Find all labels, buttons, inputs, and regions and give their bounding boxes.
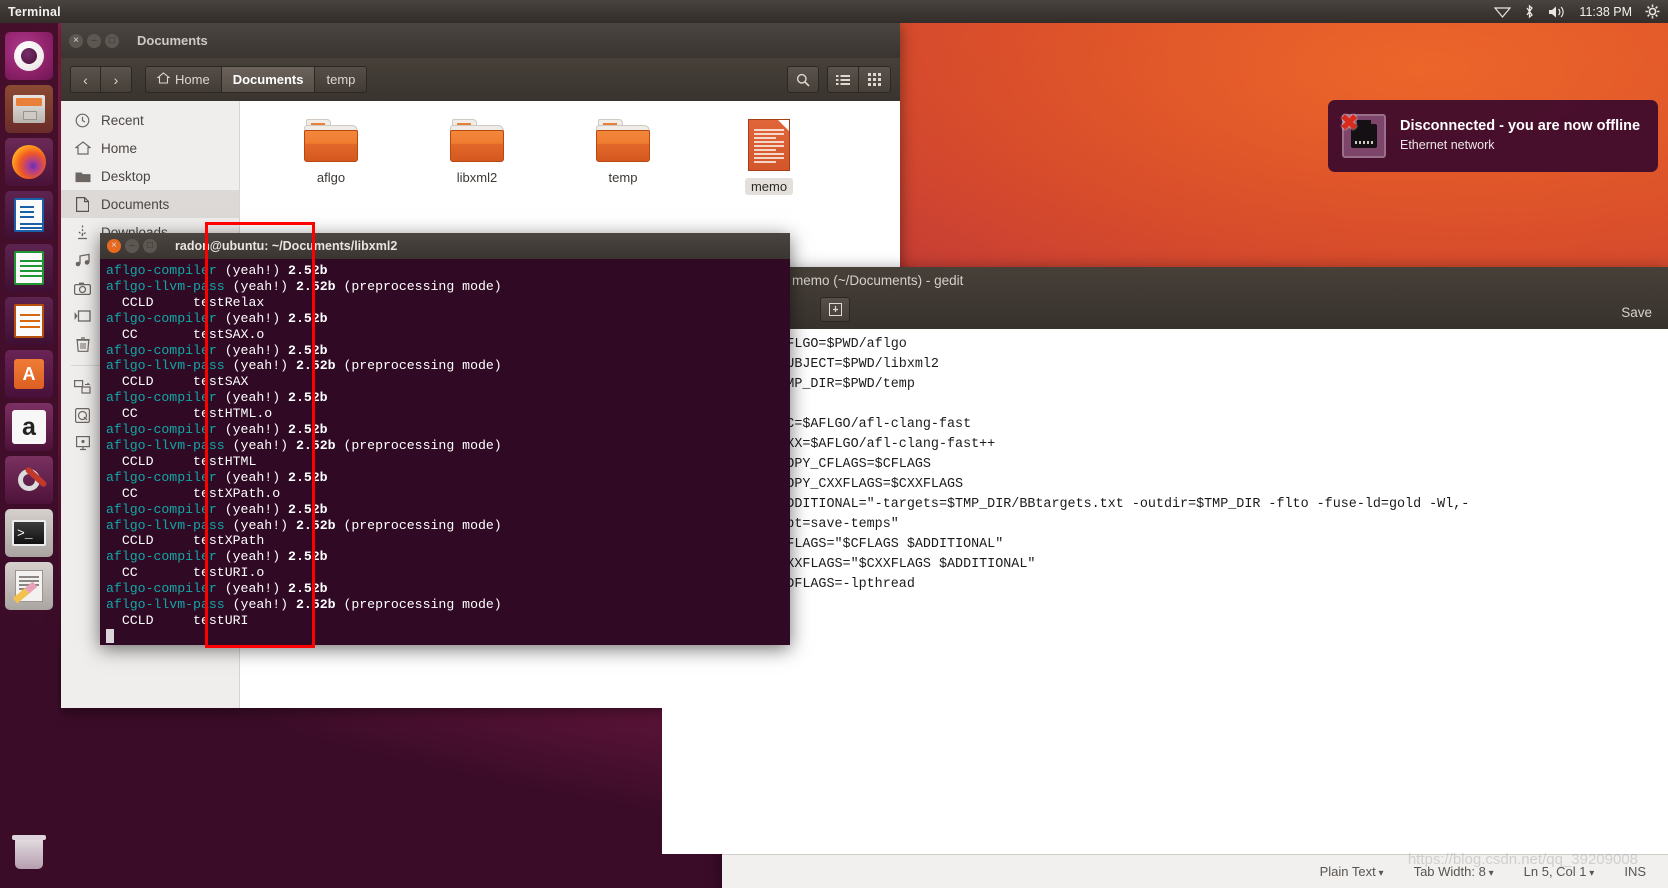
grid-view-icon[interactable] <box>859 66 891 93</box>
file-label: temp <box>608 170 638 185</box>
top-panel: Terminal 11:38 PM <box>0 0 1668 23</box>
gedit-text-area[interactable]: export AFLGO=$PWD/aflgo export SUBJECT=$… <box>662 329 1668 854</box>
launcher-item-ubuntu-software[interactable] <box>5 350 53 398</box>
gedit-window: memo (~/Documents) - gedit Save export A… <box>662 267 1668 888</box>
maximize-icon[interactable]: □ <box>105 33 119 48</box>
close-icon[interactable]: × <box>107 239 121 253</box>
network-icon <box>74 380 91 394</box>
breadcrumb-label-home: Home <box>175 72 210 87</box>
gedit-headerbar[interactable]: memo (~/Documents) - gedit Save <box>722 267 1668 329</box>
forward-button[interactable]: › <box>101 66 132 93</box>
launcher-item-gedit[interactable] <box>5 562 53 610</box>
video-icon <box>74 310 91 322</box>
breadcrumb-label-temp: temp <box>326 72 356 87</box>
file-manager-titlebar[interactable]: × – □ Documents <box>61 23 900 58</box>
sidebar-item-label: Home <box>101 140 138 156</box>
panel-app-title[interactable]: Terminal <box>8 5 61 19</box>
sidebar-item-label: Desktop <box>101 168 151 184</box>
unity-launcher: a >_ <box>0 23 58 888</box>
file-manager-toolbar: ‹ › Home Documents temp <box>61 58 900 101</box>
document-icon <box>74 196 91 212</box>
volume-icon[interactable] <box>1548 5 1566 19</box>
maximize-icon[interactable]: □ <box>143 239 157 253</box>
bluetooth-icon[interactable] <box>1524 4 1535 19</box>
document-icon <box>748 119 790 171</box>
launcher-item-libreoffice-impress[interactable] <box>5 297 53 345</box>
download-icon <box>74 225 91 240</box>
launcher-item-ubuntu-dash[interactable] <box>5 32 53 80</box>
file-item-memo[interactable]: memo <box>696 114 842 196</box>
file-label: memo <box>744 178 794 195</box>
launcher-item-amazon[interactable]: a <box>5 403 53 451</box>
camera-icon <box>74 282 91 295</box>
gear-icon[interactable] <box>1645 4 1660 19</box>
terminal-window: × – □ radon@ubuntu: ~/Documents/libxml2 … <box>100 233 790 645</box>
gedit-title: memo (~/Documents) - gedit <box>792 273 964 288</box>
ethernet-disconnected-icon: ✖ <box>1340 112 1386 158</box>
folder-icon <box>74 170 91 183</box>
server-icon <box>74 435 91 451</box>
minimize-icon[interactable]: – <box>87 33 101 48</box>
breadcrumb-label-documents: Documents <box>232 72 304 87</box>
file-manager-title: Documents <box>137 33 208 48</box>
launcher-item-files[interactable] <box>5 85 53 133</box>
back-button[interactable]: ‹ <box>70 66 101 93</box>
desktop-screen: Terminal 11:38 PM A a >_ × – □ Documents… <box>0 0 1668 888</box>
save-button[interactable]: Save <box>1621 305 1652 320</box>
breadcrumb: Home Documents temp <box>145 66 368 93</box>
launcher-item-system-settings[interactable] <box>5 456 53 504</box>
notification-text: Disconnected - you are now offline Ether… <box>1400 118 1640 154</box>
panel-clock[interactable]: 11:38 PM <box>1579 5 1632 19</box>
annotation-rectangle <box>205 222 315 648</box>
sidebar-item-desktop[interactable]: Desktop <box>61 162 239 190</box>
launcher-item-trash[interactable] <box>5 830 53 878</box>
terminal-titlebar[interactable]: × – □ radon@ubuntu: ~/Documents/libxml2 <box>100 233 790 259</box>
launcher-item-libreoffice-writer[interactable] <box>5 191 53 239</box>
file-item-temp[interactable]: temp <box>550 114 696 196</box>
home-icon <box>156 72 171 87</box>
panel-indicators: 11:38 PM <box>1494 4 1668 19</box>
file-label: libxml2 <box>456 170 498 185</box>
wifi-icon[interactable] <box>1494 5 1512 18</box>
launcher-item-firefox[interactable] <box>5 138 53 186</box>
breadcrumb-item-home[interactable]: Home <box>145 66 221 93</box>
file-item-aflgo[interactable]: aflgo <box>258 114 404 196</box>
sidebar-item-home[interactable]: Home <box>61 134 239 162</box>
close-icon[interactable]: × <box>69 33 83 48</box>
launcher-item-terminal[interactable]: >_ <box>5 509 53 557</box>
file-icon-grid: aflgo libxml2 temp memo <box>240 114 900 196</box>
notification-title: Disconnected - you are now offline <box>1400 118 1641 134</box>
minimize-icon[interactable]: – <box>125 239 139 253</box>
search-icon[interactable] <box>787 66 819 93</box>
file-item-libxml2[interactable]: libxml2 <box>404 114 550 196</box>
sidebar-item-label: Documents <box>101 196 170 212</box>
folder-icon <box>596 119 650 162</box>
notification-subtitle: Ethernet network <box>1400 138 1495 152</box>
home-icon <box>74 141 91 155</box>
folder-icon <box>450 119 504 162</box>
breadcrumb-item-temp[interactable]: temp <box>314 66 368 93</box>
sidebar-item-label: Recent <box>101 112 144 128</box>
clock-icon <box>74 113 91 128</box>
disk-icon <box>74 407 91 423</box>
sidebar-item-recent[interactable]: Recent <box>61 106 239 134</box>
open-icon[interactable] <box>820 297 850 322</box>
breadcrumb-item-documents[interactable]: Documents <box>220 66 315 93</box>
sidebar-item-documents[interactable]: Documents <box>61 190 239 218</box>
watermark: https://blog.csdn.net/qq_39209008 <box>1407 851 1638 868</box>
file-label: aflgo <box>316 170 346 185</box>
trash-icon <box>74 336 91 352</box>
folder-icon <box>304 119 358 162</box>
notification-popup[interactable]: ✖ Disconnected - you are now offline Eth… <box>1328 100 1658 172</box>
language-selector[interactable]: Plain Text <box>1320 864 1384 879</box>
list-view-icon[interactable] <box>827 66 859 93</box>
launcher-item-libreoffice-calc[interactable] <box>5 244 53 292</box>
music-icon <box>74 253 91 267</box>
terminal-output[interactable]: aflgo-compiler (yeah!) 2.52b aflgo-llvm-p… <box>100 259 790 645</box>
